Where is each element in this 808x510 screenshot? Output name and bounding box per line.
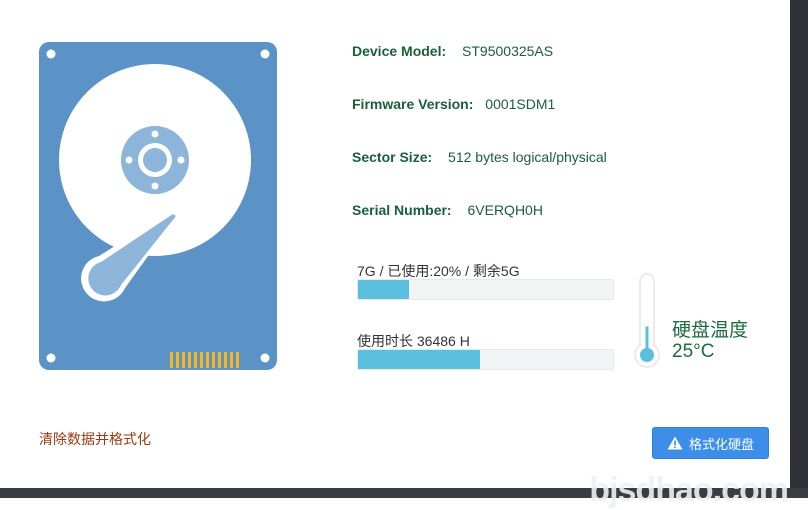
format-disk-button[interactable]: 格式化硬盘	[652, 427, 769, 459]
hours-progress-bar	[357, 349, 614, 370]
sector-size-value: 512 bytes logical/physical	[448, 149, 607, 165]
device-model-label: Device Model:	[352, 43, 447, 59]
temperature-value: 25°C	[672, 341, 715, 362]
warning-icon	[667, 436, 683, 450]
device-model-row: Device Model: ST9500325AS	[352, 43, 553, 59]
serial-number-row: Serial Number: 6VERQH0H	[352, 202, 543, 218]
usage-progress-fill	[358, 280, 409, 299]
firmware-label: Firmware Version:	[352, 96, 474, 112]
sector-size-row: Sector Size: 512 bytes logical/physical	[352, 149, 607, 165]
sector-size-label: Sector Size:	[352, 149, 433, 165]
watermark: bjsdhao.com	[589, 471, 789, 509]
window-edge-right	[790, 0, 808, 498]
serial-number-label: Serial Number:	[352, 202, 452, 218]
device-model-value: ST9500325AS	[462, 43, 554, 59]
hours-label: 使用时长 36486 H	[357, 333, 470, 349]
serial-number-value: 6VERQH0H	[467, 202, 543, 218]
thermometer-icon	[634, 273, 660, 369]
usage-label: 7G / 已使用:20% / 剩余5G	[357, 263, 520, 279]
firmware-value: 0001SDM1	[485, 96, 556, 112]
format-disk-button-label: 格式化硬盘	[688, 436, 754, 452]
clear-data-and-format-link[interactable]: 清除数据并格式化	[39, 429, 151, 449]
temperature-label: 硬盘温度	[672, 320, 749, 341]
firmware-row: Firmware Version: 0001SDM1	[352, 96, 555, 112]
usage-progress-bar	[357, 279, 614, 300]
hours-progress-fill	[358, 350, 481, 369]
hard-drive-icon	[39, 42, 277, 370]
